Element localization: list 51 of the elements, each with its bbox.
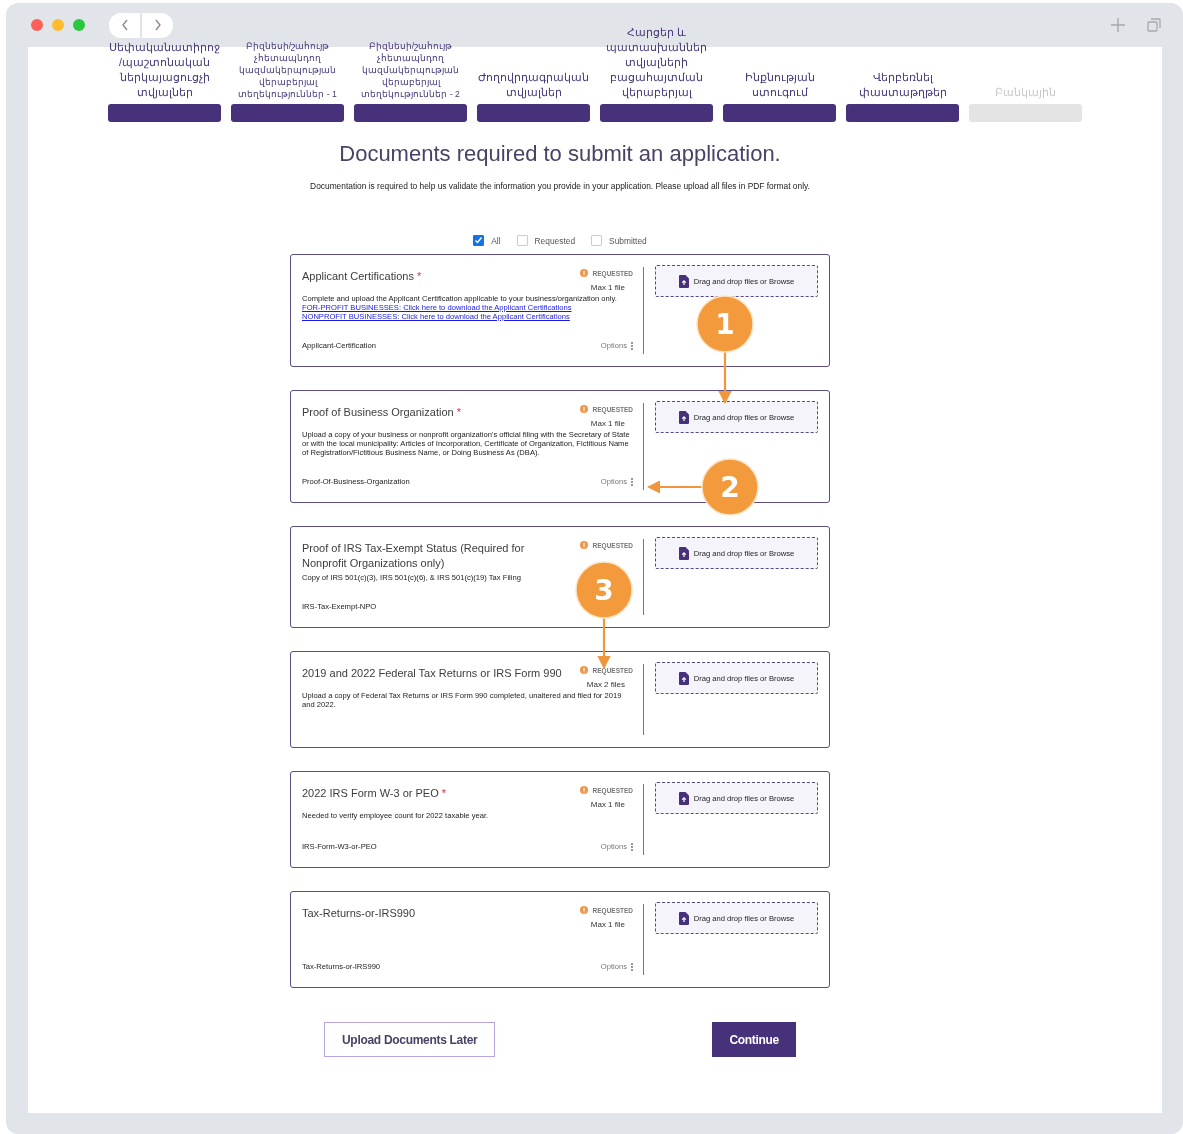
forward-button[interactable] (142, 12, 173, 38)
page-heading: Documents required to submit an application. (339, 141, 781, 167)
alert-icon (579, 541, 588, 549)
callout-marker: 2 (701, 458, 759, 516)
filter-checkbox[interactable]: All (473, 235, 501, 246)
callout-arrow (597, 618, 611, 670)
callout-marker: 1 (696, 295, 754, 353)
file-limit: Max 1 file (590, 419, 625, 428)
document-title: 2019 and 2022 Federal Tax Returns or IRS Form 990 (302, 666, 562, 681)
new-tab-icon[interactable] (1111, 18, 1125, 32)
file-upload-icon (678, 546, 689, 560)
document-title: Proof of IRS Tax-Exempt Status (Required for Nonprofit Organizations only) (302, 541, 526, 571)
file-upload-icon (678, 274, 689, 288)
window-control[interactable] (31, 19, 43, 31)
document-title: Tax-Returns-or-IRS990 (302, 906, 416, 921)
alert-icon (579, 786, 588, 794)
file-upload-icon (678, 911, 689, 925)
alert-icon (579, 405, 588, 413)
filter-checkbox[interactable]: Submitted (591, 235, 647, 246)
callout-marker: 3 (575, 561, 633, 619)
step-label: Սեփականատիրոջ/պաշտոնական ներկայացուցչի տվյալներ (108, 40, 221, 100)
callout-arrow (718, 352, 732, 405)
continue-button[interactable]: Continue (712, 1022, 796, 1057)
step-label: Վերբեռնել փաստաթղթեր (857, 70, 948, 100)
window-control[interactable] (52, 19, 64, 31)
step-label: Բիզնեսի/շահույթ չհետապնդող կազմակերպության վերաբերյալ տեղեկություններ - 1 (237, 40, 338, 100)
file-upload-icon (678, 410, 689, 424)
check-icon (474, 236, 484, 245)
document-title: 2022 IRS Form W-3 or PEO * (302, 786, 447, 801)
step-label: Հարցեր և պատասխաններ տվյալների բացահայտման վերաբերյալ (605, 25, 708, 100)
file-limit: Max 1 file (590, 800, 625, 809)
alert-icon (579, 666, 588, 674)
callout-arrow (646, 480, 702, 494)
window-control[interactable] (73, 19, 85, 31)
step-label: Բիզնեսի/շահույթ չհետապնդող կազմակերպության վերաբերյալ տեղեկություններ - 2 (360, 40, 461, 100)
windows-icon[interactable] (1147, 18, 1161, 32)
back-button[interactable] (109, 12, 140, 38)
file-upload-icon (678, 671, 689, 685)
filter-checkbox[interactable]: Requested (516, 235, 576, 246)
document-title: Proof of Business Organization * (302, 405, 461, 420)
step-label: Ինքնության ստուգում (743, 70, 816, 100)
file-limit: Max 2 files (586, 680, 625, 689)
step-label: Ժողովրդագրական տվյալներ (477, 70, 590, 100)
alert-icon (579, 269, 588, 277)
document-title: Applicant Certifications * (302, 269, 422, 284)
file-limit: Max 1 file (590, 920, 625, 929)
upload-later-button[interactable]: Upload Documents Later (324, 1022, 496, 1057)
alert-icon (579, 906, 588, 914)
file-upload-icon (678, 791, 689, 805)
intro-text: Documentation is required to help us validate the information you provide in your application. Please upload all files in PDF format only. (310, 181, 810, 191)
file-limit: Max 1 file (590, 283, 625, 292)
